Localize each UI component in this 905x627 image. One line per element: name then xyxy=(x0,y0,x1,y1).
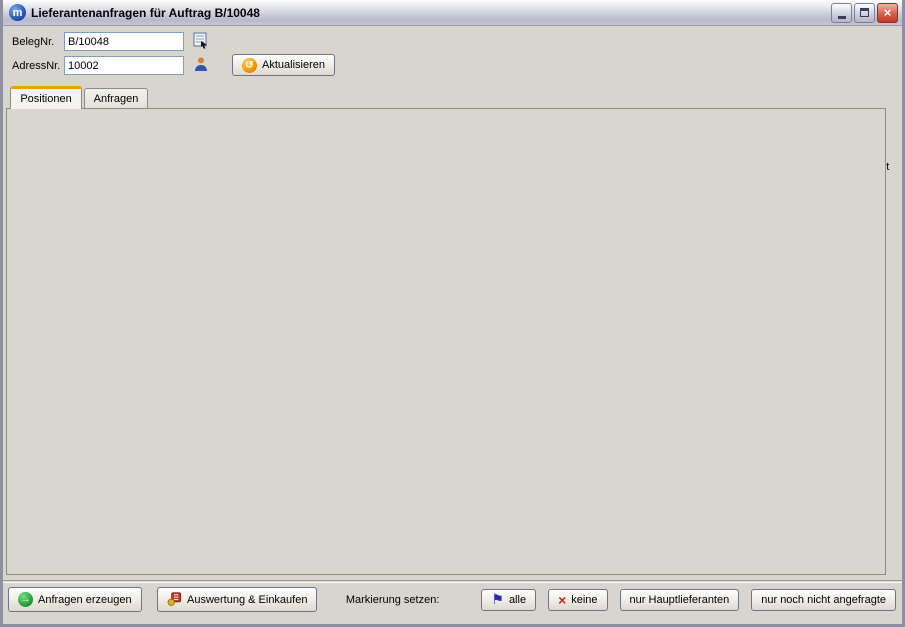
aktualisieren-button[interactable]: ↺ Aktualisieren xyxy=(232,54,335,76)
titlebar: m Lieferantenanfragen für Auftrag B/1004… xyxy=(3,0,902,26)
aktualisieren-label: Aktualisieren xyxy=(262,59,325,71)
person-icon[interactable] xyxy=(193,56,210,73)
maximize-icon xyxy=(860,8,869,17)
alle-button[interactable]: ⚑alle xyxy=(481,589,536,611)
tab-anfragen[interactable]: Anfragen xyxy=(84,88,148,109)
markierung-setzen-label: Markierung setzen: xyxy=(346,594,440,606)
refresh-icon: ↺ xyxy=(242,58,257,73)
app-window: m Lieferantenanfragen für Auftrag B/1004… xyxy=(0,0,905,627)
adressnr-input[interactable] xyxy=(64,56,184,75)
red-x-icon: × xyxy=(558,592,566,608)
tab-page xyxy=(6,108,886,575)
tab-positionen[interactable]: Positionen xyxy=(10,86,82,109)
cart-chart-icon xyxy=(167,591,182,609)
belegnr-input[interactable] xyxy=(64,32,184,51)
close-button[interactable]: × xyxy=(877,3,898,23)
window-title: Lieferantenanfragen für Auftrag B/10048 xyxy=(31,6,829,20)
go-arrow-icon: → xyxy=(18,592,33,607)
app-logo-icon: m xyxy=(9,4,26,21)
nur-hauptlieferanten-button[interactable]: nur Hauptlieferanten xyxy=(620,589,740,611)
beleg-lookup-icon[interactable] xyxy=(192,32,209,49)
flag-icon: ⚑ xyxy=(491,591,504,608)
minimize-icon xyxy=(838,16,846,19)
anfragen-erzeugen-button[interactable]: → Anfragen erzeugen xyxy=(8,587,142,612)
keine-button[interactable]: ×keine xyxy=(548,589,607,611)
footer-separator xyxy=(3,580,902,583)
nur-noch-nicht-angefragte-button[interactable]: nur noch nicht angefragte xyxy=(751,589,896,611)
maximize-button[interactable] xyxy=(854,3,875,23)
belegnr-label: BelegNr. xyxy=(12,36,54,48)
auswertung-einkaufen-button[interactable]: Auswertung & Einkaufen xyxy=(157,587,317,612)
minimize-button[interactable] xyxy=(831,3,852,23)
adressnr-label: AdressNr. xyxy=(12,60,60,72)
